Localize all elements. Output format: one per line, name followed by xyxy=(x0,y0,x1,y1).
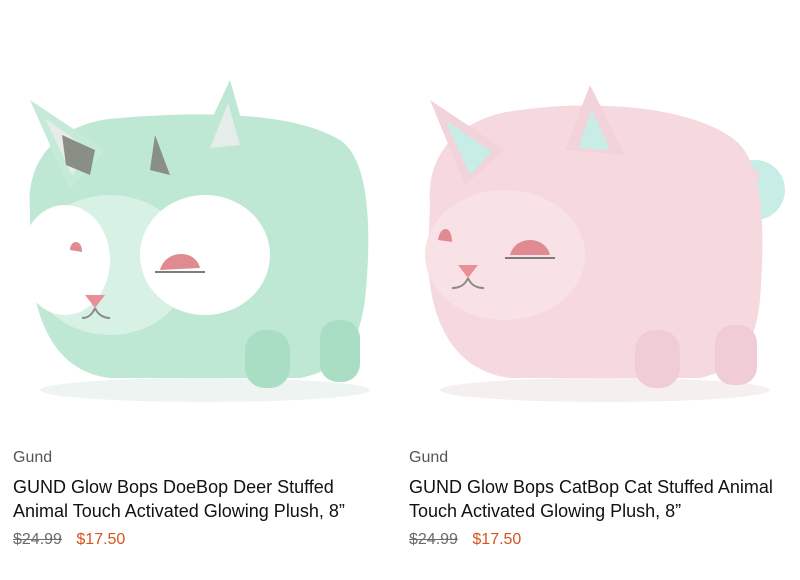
green-deer-plush-image xyxy=(20,80,370,402)
price-row: $24.99 $17.50 xyxy=(13,531,125,549)
price-row: $24.99 $17.50 xyxy=(409,531,521,549)
sale-price: $17.50 xyxy=(76,531,126,548)
brand-name: Gund xyxy=(409,449,449,466)
original-price: $24.99 xyxy=(13,531,62,548)
original-price: $24.99 xyxy=(409,531,458,548)
product-title-link[interactable]: GUND Glow Bops DoeBop Deer Stuffed Anima… xyxy=(13,475,383,523)
product-image[interactable] xyxy=(400,0,790,440)
pink-cat-plush-image xyxy=(425,85,785,402)
product-card[interactable]: Gund GUND Glow Bops DoeBop Deer Stuffed … xyxy=(0,0,390,580)
sale-price: $17.50 xyxy=(472,531,522,548)
product-image[interactable] xyxy=(0,0,390,440)
product-grid: Gund GUND Glow Bops DoeBop Deer Stuffed … xyxy=(0,0,800,580)
brand-name: Gund xyxy=(13,449,53,466)
product-title-link[interactable]: GUND Glow Bops CatBop Cat Stuffed Animal… xyxy=(409,475,779,523)
product-card[interactable]: Gund GUND Glow Bops CatBop Cat Stuffed A… xyxy=(400,0,790,580)
